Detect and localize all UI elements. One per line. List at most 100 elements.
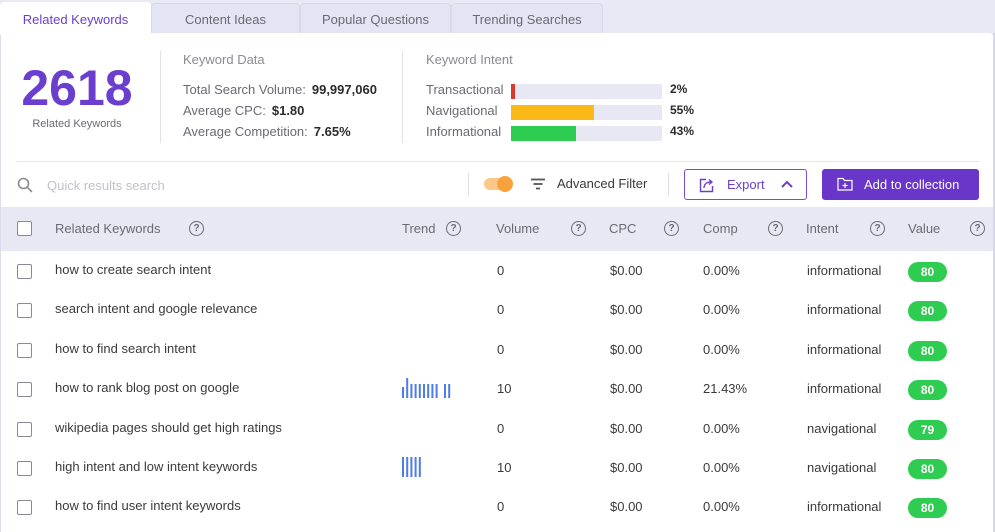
row-checkbox[interactable] (17, 264, 32, 279)
trend-bar (423, 384, 425, 399)
keyword-cell[interactable]: wikipedia pages should get high ratings (55, 420, 282, 435)
toggle-knob (497, 176, 513, 192)
intent-label: Transactional (426, 82, 504, 97)
row-checkbox[interactable] (17, 342, 32, 358)
keyword-count: 2618 (21, 60, 133, 116)
table-row[interactable]: high intent and low intent keywords 10 $… (1, 448, 994, 487)
advanced-filter-button[interactable]: Advanced Filter (557, 176, 647, 191)
intent-cell: informational (807, 263, 882, 278)
search-icon (17, 177, 33, 193)
tab-content-ideas[interactable]: Content Ideas (151, 3, 300, 34)
table-row[interactable]: how to create search intent 0 $0.00 0.00… (1, 251, 994, 290)
intent-label: Navigational (426, 103, 498, 118)
trend-bar (431, 384, 434, 399)
trend-sparkline (402, 378, 451, 399)
intent-percent: 43% (670, 124, 695, 138)
results-panel: 2618 Related Keywords Keyword Data Total… (0, 33, 994, 532)
column-header-comp[interactable]: Comp (703, 221, 738, 236)
table-header: Related Keywords ? Trend ? Volume ? CPC … (1, 207, 994, 251)
trend-sparkline (402, 457, 421, 477)
toggle-switch[interactable] (484, 176, 513, 192)
column-header-trend[interactable]: Trend (402, 221, 435, 236)
intent-cell: informational (807, 302, 882, 318)
divider (160, 51, 161, 143)
divider (17, 161, 979, 162)
divider (668, 173, 669, 197)
tab-trending-searches[interactable]: Trending Searches (451, 3, 603, 34)
value-badge: 80 (908, 380, 947, 401)
keyword-cell[interactable]: search intent and google relevance (55, 301, 257, 316)
comp-cell: 0.00% (703, 263, 740, 278)
row-checkbox[interactable] (17, 461, 32, 476)
quick-search-input[interactable] (47, 175, 447, 195)
divider (468, 173, 469, 197)
add-to-collection-button[interactable]: Add to collection (822, 169, 979, 200)
trend-bar (406, 378, 409, 399)
keyword-cell[interactable]: how to find user intent keywords (55, 498, 241, 513)
tab-popular-questions[interactable]: Popular Questions (300, 3, 451, 34)
add-to-collection-label: Add to collection (864, 177, 960, 192)
table-row[interactable]: how to rank blog post on google 10 $0.00… (1, 369, 994, 408)
help-icon[interactable]: ? (970, 221, 985, 236)
value-badge: 80 (908, 498, 947, 519)
help-icon[interactable]: ? (446, 221, 461, 236)
row-checkbox[interactable] (17, 500, 32, 516)
tab-related-keywords[interactable]: Related Keywords (0, 2, 151, 35)
select-all-checkbox[interactable] (17, 221, 32, 236)
volume-cell: 0 (497, 420, 505, 436)
keyword-cell[interactable]: how to rank blog post on google (55, 380, 239, 395)
intent-percent: 2% (670, 82, 688, 96)
comp-cell: 0.00% (703, 341, 740, 357)
comp-cell: 0.00% (703, 460, 740, 475)
average-competition: Average Competition: 7.65% (183, 124, 351, 139)
trend-bar (402, 387, 404, 399)
average-cpc-label: Average CPC: (183, 103, 266, 118)
trend-sparkline (401, 299, 471, 319)
trend-bar (402, 457, 404, 477)
row-checkbox[interactable] (17, 382, 32, 398)
value-badge: 80 (908, 340, 947, 361)
trend-bar (410, 384, 413, 399)
table-row[interactable]: search intent and google relevance 0 $0.… (1, 290, 994, 329)
keyword-cell[interactable]: how to create search intent (55, 262, 211, 277)
keyword-count-label: Related Keywords (32, 118, 122, 130)
column-header-value[interactable]: Value (908, 221, 940, 236)
intent-row-navigational: Navigational 55% (426, 103, 726, 120)
volume-cell: 10 (497, 460, 512, 475)
help-icon[interactable]: ? (571, 221, 586, 236)
intent-cell: informational (807, 341, 882, 357)
intent-cell: navigational (807, 460, 877, 475)
export-button[interactable]: Export (684, 169, 807, 200)
keyword-cell[interactable]: high intent and low intent keywords (55, 459, 257, 474)
row-checkbox[interactable] (17, 421, 32, 437)
tab-bar: Related Keywords Content Ideas Popular Q… (0, 0, 995, 35)
column-header-cpc[interactable]: CPC (609, 221, 636, 236)
table-row[interactable]: how to find user intent keywords 0 $0.00… (1, 487, 994, 526)
table-row[interactable]: how to find search intent 0 $0.00 0.00% … (1, 330, 994, 369)
comp-cell: 0.00% (703, 499, 740, 515)
keyword-intent-title: Keyword Intent (426, 52, 513, 67)
volume-cell: 0 (497, 302, 505, 318)
help-icon[interactable]: ? (870, 221, 885, 236)
keyword-cell[interactable]: how to find search intent (55, 341, 196, 356)
trend-sparkline (401, 418, 471, 438)
trend-sparkline (401, 339, 471, 359)
help-icon[interactable]: ? (664, 221, 679, 236)
volume-cell: 0 (497, 341, 505, 357)
cpc-cell: $0.00 (610, 460, 643, 475)
column-header-volume[interactable]: Volume (496, 221, 539, 236)
column-header-keyword[interactable]: Related Keywords (55, 221, 161, 236)
filter-icon (531, 178, 545, 190)
table-row[interactable]: wikipedia pages should get high ratings … (1, 409, 994, 448)
column-header-intent[interactable]: Intent (806, 221, 839, 236)
value-badge: 80 (908, 459, 947, 479)
value-badge: 80 (908, 262, 947, 282)
total-search-volume-label: Total Search Volume: (183, 82, 306, 97)
intent-cell: informational (807, 499, 882, 515)
row-checkbox[interactable] (17, 303, 32, 319)
keyword-data-title: Keyword Data (183, 52, 265, 67)
help-icon[interactable]: ? (189, 221, 204, 236)
trend-sparkline (401, 260, 471, 280)
divider (402, 51, 403, 143)
help-icon[interactable]: ? (768, 221, 783, 236)
